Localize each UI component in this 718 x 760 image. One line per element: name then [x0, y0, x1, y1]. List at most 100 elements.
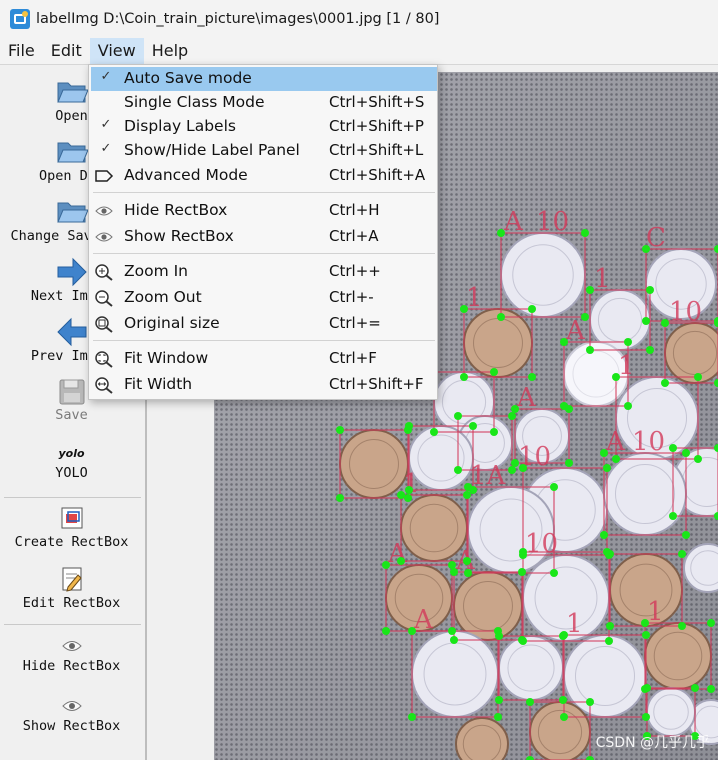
floppy-disk-icon [59, 379, 84, 405]
hide-rectbox-button[interactable]: Hide RectBox [0, 634, 143, 674]
show-rectbox-label: Show RectBox [22, 718, 121, 734]
create-rectbox-label: Create RectBox [14, 534, 129, 550]
toolbar-separator [4, 624, 141, 625]
folder-open-icon [56, 202, 89, 223]
menu-fit-width[interactable]: Fit Width Ctrl+Shift+F [91, 373, 437, 397]
eye-icon [61, 641, 82, 651]
vertex-point [560, 631, 568, 639]
vertex-point [678, 622, 686, 630]
vertex-point [606, 622, 614, 630]
menu-help[interactable]: Help [144, 38, 196, 65]
vertex-point [586, 346, 594, 354]
vertex-point [612, 373, 620, 381]
vertex-point [511, 459, 519, 467]
menu-display-labels[interactable]: ✓ Display Labels Ctrl+Shift+P [91, 115, 437, 139]
vertex-point [464, 483, 472, 491]
edit-rectbox-label: Edit RectBox [22, 595, 121, 611]
vertex-point [519, 637, 527, 645]
box-label: A [503, 207, 524, 237]
show-rectbox-button[interactable]: Show RectBox [0, 694, 143, 734]
folder-open-icon [56, 82, 89, 103]
vertex-point [430, 428, 438, 436]
vertex-point [511, 405, 519, 413]
menu-view[interactable]: View [89, 38, 144, 65]
vertex-point [560, 713, 568, 721]
vertex-point [454, 412, 462, 420]
vertex-point [694, 455, 702, 463]
menu-fit-window[interactable]: Fit Window Ctrl+F [91, 347, 437, 371]
vertex-point [336, 494, 344, 502]
vertex-point [408, 713, 416, 721]
vertex-point [642, 245, 650, 253]
edit-rectbox-button[interactable]: Edit RectBox [0, 565, 143, 611]
format-yolo-button[interactable]: yolo YOLO [0, 443, 143, 481]
vertex-point [714, 379, 718, 387]
vertex-point [495, 696, 503, 704]
vertex-point [643, 684, 651, 692]
title-bar: labelImg D:\Coin_train_picture\images\00… [0, 0, 718, 38]
zoom-out-icon [95, 290, 113, 307]
menu-separator [93, 192, 435, 193]
vertex-point [714, 245, 718, 253]
fit-window-icon [95, 351, 113, 368]
box-label: 1 [466, 283, 483, 313]
vertex-point [526, 756, 534, 760]
format-label: YOLO [55, 465, 88, 481]
vertex-point [624, 402, 632, 410]
vertex-point [408, 627, 416, 635]
yolo-logo-icon: yolo [58, 447, 85, 460]
vertex-point [678, 550, 686, 558]
box-label: 1 [566, 609, 583, 639]
folder-open-icon [56, 142, 89, 163]
vertex-point [404, 494, 412, 502]
vertex-point [382, 627, 390, 635]
vertex-point [397, 491, 405, 499]
menu-original-size[interactable]: Original size Ctrl+= [91, 312, 437, 336]
box-label: 1A [470, 461, 507, 491]
menu-zoom-in[interactable]: Zoom In Ctrl++ [91, 260, 437, 284]
menu-advanced-mode[interactable]: Advanced Mode Ctrl+Shift+A [91, 164, 437, 188]
vertex-point [397, 557, 405, 565]
coin [339, 429, 409, 499]
vertex-point [707, 685, 715, 693]
vertex-point [612, 455, 620, 463]
box-label: 10 [525, 529, 558, 559]
menu-single-class-mode[interactable]: Single Class Mode Ctrl+Shift+S [91, 91, 437, 115]
vertex-point [526, 698, 534, 706]
menu-show-hide-label-panel[interactable]: ✓ Show/Hide Label Panel Ctrl+Shift+L [91, 139, 437, 163]
coin [411, 630, 499, 718]
create-rectbox-button[interactable]: Create RectBox [0, 504, 143, 550]
vertex-point [642, 713, 650, 721]
vertex-point [405, 486, 413, 494]
vertex-point [405, 422, 413, 430]
check-icon: ✓ [100, 117, 112, 132]
menu-bar: File Edit View Help [0, 38, 718, 65]
vertex-point [336, 426, 344, 434]
vertex-point [450, 568, 458, 576]
menu-auto-save-mode[interactable]: ✓ Auto Save mode [91, 67, 437, 91]
coin [500, 232, 586, 318]
menu-separator [93, 340, 435, 341]
arrow-left-icon [56, 317, 86, 347]
vertex-point [450, 636, 458, 644]
box-label: 1 [594, 264, 611, 294]
menu-hide-rectbox[interactable]: Hide RectBox Ctrl+H [91, 199, 437, 223]
vertex-point [518, 568, 526, 576]
vertex-point [460, 373, 468, 381]
vertex-point [565, 459, 573, 467]
eye-icon [95, 232, 113, 242]
vertex-point [508, 466, 516, 474]
labelimg-app-icon [10, 9, 30, 29]
vertex-point [497, 229, 505, 237]
vertex-point [497, 313, 505, 321]
vertex-point [586, 756, 594, 760]
box-label: 1 [403, 469, 420, 499]
menu-zoom-out[interactable]: Zoom Out Ctrl+- [91, 286, 437, 310]
menu-file[interactable]: File [0, 38, 43, 65]
coin [498, 635, 564, 701]
menu-show-rectbox[interactable]: Show RectBox Ctrl+A [91, 225, 437, 249]
csdn-watermark: CSDN @几乎几乎 [595, 735, 710, 751]
vertex-point [550, 569, 558, 577]
vertex-point [669, 512, 677, 520]
menu-edit[interactable]: Edit [43, 38, 90, 65]
